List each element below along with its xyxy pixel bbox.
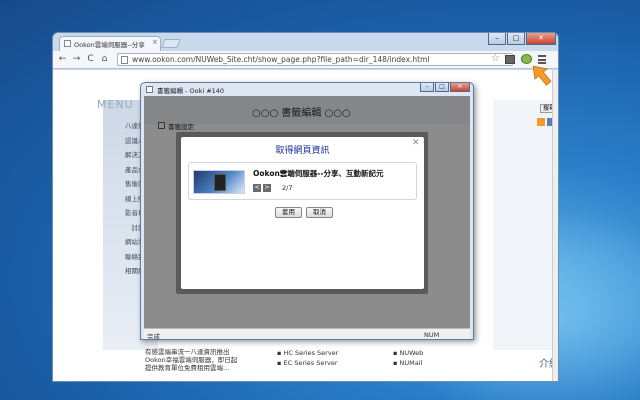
num-lock-indicator: NUM bbox=[424, 331, 440, 339]
page-title: Ookon雲端伺服器--分享、互動新記元 bbox=[253, 169, 384, 178]
prev-image-button[interactable]: < bbox=[253, 184, 261, 192]
page-icon bbox=[121, 56, 128, 64]
orange-pointer-arrow-icon bbox=[532, 65, 552, 86]
product-list: ▪ HC Series Server ▪ EC Series Server bbox=[277, 348, 338, 368]
forward-button[interactable]: → bbox=[71, 54, 82, 65]
popup-minimize-button[interactable]: – bbox=[420, 83, 434, 92]
tab-close-icon[interactable]: × bbox=[152, 38, 158, 46]
address-bar[interactable]: www.ookon.com/NUWeb_Site.cht/show_page.p… bbox=[117, 53, 513, 66]
image-counter: 2/7 bbox=[282, 184, 293, 192]
page-scrollbar[interactable] bbox=[552, 70, 558, 381]
news-line: 提供教育單位免費租用雲端... bbox=[145, 364, 230, 372]
window-controls: – □ ✕ bbox=[488, 33, 556, 47]
browser-tab[interactable]: Ookon雲端伺服器--分享 × bbox=[59, 36, 161, 51]
page-favicon-icon bbox=[64, 40, 71, 47]
right-column bbox=[493, 100, 558, 350]
next-image-button[interactable]: > bbox=[263, 184, 271, 192]
back-button[interactable]: ← bbox=[57, 54, 68, 65]
dialog-close-icon[interactable]: ✕ bbox=[412, 138, 420, 148]
page-thumbnail bbox=[193, 170, 245, 194]
page-info-card: Ookon雲端伺服器--分享、互動新記元 < > 2/7 bbox=[188, 162, 417, 200]
tab-title: Ookon雲端伺服器--分享 bbox=[74, 41, 145, 49]
minimize-button[interactable]: – bbox=[488, 33, 506, 45]
browser-toolbar: ← → C ⌂ www.ookon.com/NUWeb_Site.cht/sho… bbox=[53, 51, 558, 69]
reload-button[interactable]: C bbox=[85, 54, 96, 65]
rss-icon[interactable] bbox=[537, 118, 545, 126]
service-list: ▪ NUWeb ▪ NUMail bbox=[393, 348, 423, 368]
address-text: www.ookon.com/NUWeb_Site.cht/show_page.p… bbox=[132, 55, 430, 64]
menu-title: MENU bbox=[97, 98, 134, 111]
home-button[interactable]: ⌂ bbox=[99, 54, 110, 65]
news-line: 有感雲端串流一八達資訊推出 bbox=[145, 348, 230, 356]
maximize-button[interactable]: □ bbox=[507, 33, 525, 45]
extension-icon[interactable] bbox=[505, 55, 515, 64]
popup-favicon-icon bbox=[146, 86, 153, 93]
list-item[interactable]: ▪ HC Series Server bbox=[277, 348, 338, 358]
news-line: Ookon幸福雲端伺服器，即日起 bbox=[145, 356, 238, 364]
list-item[interactable]: ▪ NUMail bbox=[393, 358, 423, 368]
bookmark-star-icon[interactable]: ☆ bbox=[491, 53, 500, 64]
popup-close-button[interactable]: ✕ bbox=[450, 83, 470, 92]
apply-button[interactable]: 套用 bbox=[275, 207, 302, 218]
close-button[interactable]: ✕ bbox=[526, 33, 556, 45]
popup-statusbar: 完成 NUM bbox=[144, 328, 470, 340]
popup-maximize-button[interactable]: □ bbox=[435, 83, 449, 92]
status-text: 完成 bbox=[147, 333, 160, 340]
dialog-title: 取得網頁資訊 bbox=[275, 146, 330, 156]
popup-window-controls: – □ ✕ bbox=[420, 83, 470, 92]
get-page-info-dialog: 取得網頁資訊 ✕ Ookon雲端伺服器--分享、互動新記元 < > 2/7 套用… bbox=[181, 137, 424, 289]
cancel-button[interactable]: 取消 bbox=[306, 207, 333, 218]
news-snippet: 有感雲端串流一八達資訊推出 Ookon幸福雲端伺服器，即日起 提供教育單位免費租… bbox=[145, 348, 255, 372]
list-item[interactable]: ▪ EC Series Server bbox=[277, 358, 338, 368]
list-item[interactable]: ▪ NUWeb bbox=[393, 348, 423, 358]
popup-title: 書籤編輯 - Ooki #140 bbox=[157, 87, 225, 95]
new-tab-button[interactable] bbox=[161, 39, 181, 48]
tab-strip: Ookon雲端伺服器--分享 × – □ ✕ bbox=[53, 33, 558, 51]
